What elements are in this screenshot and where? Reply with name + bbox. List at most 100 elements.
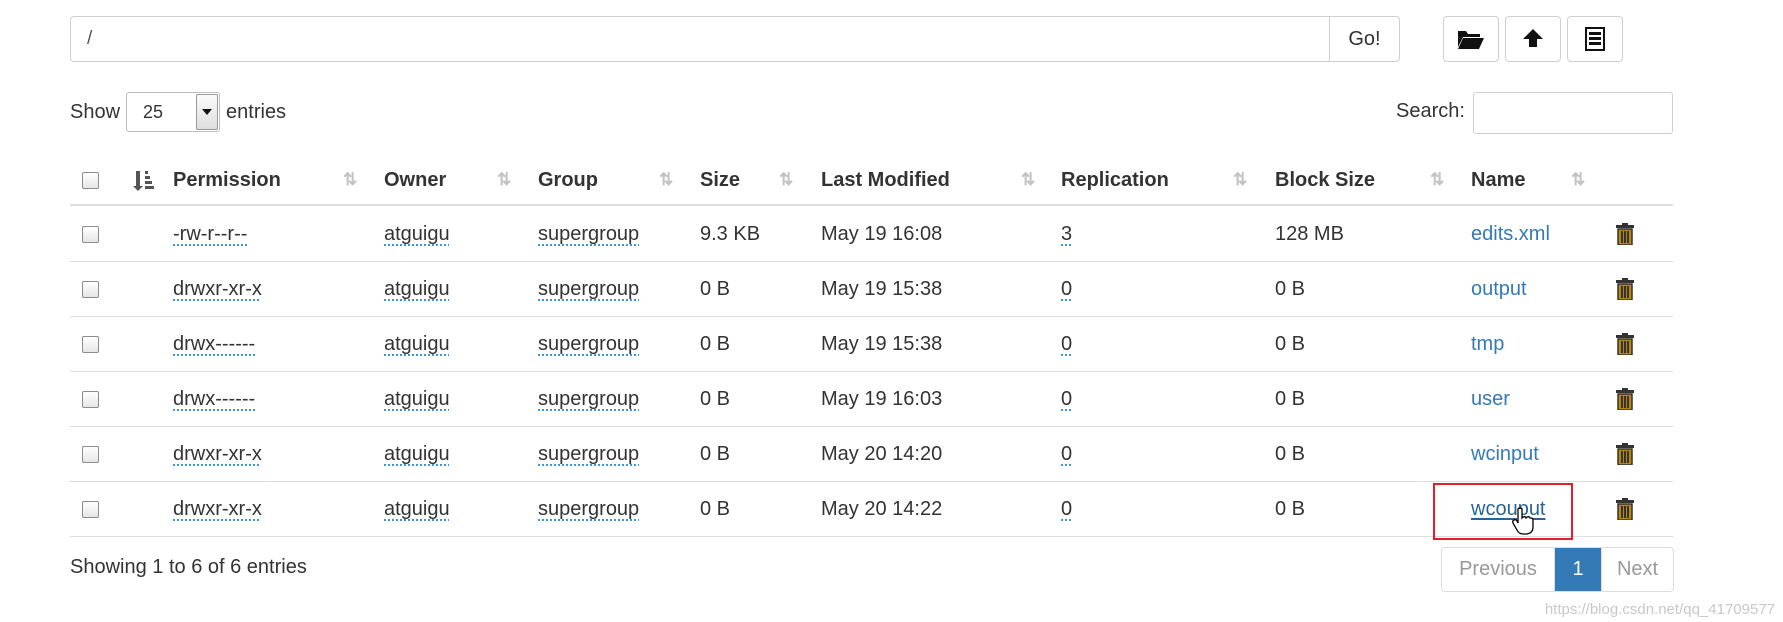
sort-icon[interactable]: ⇅ xyxy=(1021,156,1035,204)
page-1-button[interactable]: 1 xyxy=(1555,548,1601,591)
sort-icon[interactable]: ⇅ xyxy=(497,156,511,204)
permission-cell[interactable]: drwx------ xyxy=(173,388,255,411)
sort-icon[interactable]: ⇅ xyxy=(1430,156,1444,204)
group-cell[interactable]: supergroup xyxy=(538,333,639,356)
group-cell[interactable]: supergroup xyxy=(538,388,639,411)
block-size-cell: 128 MB xyxy=(1275,222,1344,245)
col-last-modified[interactable]: Last Modified xyxy=(821,156,950,204)
next-page-button[interactable]: Next xyxy=(1601,548,1673,591)
highlight-box xyxy=(1433,483,1573,540)
trash-icon[interactable] xyxy=(1616,278,1634,300)
sort-icon[interactable]: ⇅ xyxy=(1233,156,1247,204)
last-modified-cell: May 19 15:38 xyxy=(821,332,943,355)
previous-page-button[interactable]: Previous xyxy=(1442,548,1555,591)
col-owner[interactable]: Owner xyxy=(384,156,446,204)
row-checkbox[interactable] xyxy=(82,390,99,408)
row-checkbox[interactable] xyxy=(82,335,99,353)
folder-open-icon xyxy=(1458,31,1484,49)
chevron-down-icon xyxy=(196,94,219,130)
block-size-cell: 0 B xyxy=(1275,387,1306,410)
size-cell: 0 B xyxy=(700,277,731,300)
group-cell[interactable]: supergroup xyxy=(538,443,639,466)
replication-cell[interactable]: 0 xyxy=(1061,333,1072,356)
show-label: Show xyxy=(70,100,121,123)
owner-cell[interactable]: atguigu xyxy=(384,498,450,521)
row-checkbox[interactable] xyxy=(82,280,99,298)
trash-icon[interactable] xyxy=(1616,443,1634,465)
group-cell[interactable]: supergroup xyxy=(538,223,639,246)
owner-cell[interactable]: atguigu xyxy=(384,333,450,356)
replication-cell[interactable]: 0 xyxy=(1061,498,1072,521)
permission-cell[interactable]: drwxr-xr-x xyxy=(173,498,262,521)
last-modified-cell: May 20 14:20 xyxy=(821,442,943,465)
group-cell[interactable]: supergroup xyxy=(538,278,639,301)
replication-cell[interactable]: 0 xyxy=(1061,443,1072,466)
size-cell: 0 B xyxy=(700,332,731,355)
sort-icon[interactable]: ⇅ xyxy=(779,156,793,204)
block-size-cell: 0 B xyxy=(1275,442,1306,465)
block-size-cell: 0 B xyxy=(1275,332,1306,355)
search-input[interactable] xyxy=(1473,92,1673,134)
select-all-cell xyxy=(82,156,99,204)
col-group[interactable]: Group xyxy=(538,156,598,204)
upload-button[interactable] xyxy=(1505,16,1561,62)
permission-cell[interactable]: -rw-r--r-- xyxy=(173,223,247,246)
owner-cell[interactable]: atguigu xyxy=(384,388,450,411)
trash-icon[interactable] xyxy=(1616,498,1634,520)
cut-paste-button[interactable] xyxy=(1567,16,1623,62)
owner-cell[interactable]: atguigu xyxy=(384,443,450,466)
owner-cell[interactable]: atguigu xyxy=(384,223,450,246)
size-cell: 0 B xyxy=(700,497,731,520)
col-permission[interactable]: Permission xyxy=(173,156,281,204)
file-name-link[interactable]: output xyxy=(1471,278,1527,301)
file-name-link[interactable]: wcinput xyxy=(1471,443,1539,466)
pagination: Previous 1 Next xyxy=(1441,547,1674,592)
file-name-link[interactable]: tmp xyxy=(1471,333,1504,356)
permission-cell[interactable]: drwxr-xr-x xyxy=(173,278,262,301)
file-name-link[interactable]: edits.xml xyxy=(1471,223,1550,246)
row-checkbox[interactable] xyxy=(82,500,99,518)
owner-cell[interactable]: atguigu xyxy=(384,278,450,301)
trash-icon[interactable] xyxy=(1616,333,1634,355)
table-row: -rw-r--r-- atguigu supergroup 9.3 KB May… xyxy=(70,207,1673,262)
create-directory-button[interactable] xyxy=(1443,16,1499,62)
last-modified-cell: May 19 16:08 xyxy=(821,222,943,245)
replication-cell[interactable]: 0 xyxy=(1061,278,1072,301)
last-modified-cell: May 20 14:22 xyxy=(821,497,943,520)
file-name-link[interactable]: user xyxy=(1471,388,1510,411)
size-cell: 0 B xyxy=(700,387,731,410)
row-checkbox[interactable] xyxy=(82,445,99,463)
list-icon xyxy=(1585,27,1605,51)
select-all-checkbox[interactable] xyxy=(82,171,99,189)
watermark: https://blog.csdn.net/qq_41709577 xyxy=(1544,601,1775,618)
path-bar: Go! xyxy=(70,16,1400,62)
table-info: Showing 1 to 6 of 6 entries xyxy=(70,556,307,578)
sort-icon[interactable]: ⇅ xyxy=(1571,156,1585,204)
last-modified-cell: May 19 15:38 xyxy=(821,277,943,300)
row-checkbox[interactable] xyxy=(82,225,99,243)
path-input[interactable] xyxy=(71,17,1329,61)
replication-cell[interactable]: 3 xyxy=(1061,223,1072,246)
upload-icon xyxy=(1523,29,1543,50)
replication-cell[interactable]: 0 xyxy=(1061,388,1072,411)
table-row: drwx------ atguigu supergroup 0 B May 19… xyxy=(70,317,1673,372)
search-label: Search: xyxy=(1396,100,1465,122)
table-row: drwxr-xr-x atguigu supergroup 0 B May 19… xyxy=(70,262,1673,317)
sort-ascending-icon[interactable] xyxy=(132,156,154,204)
go-button[interactable]: Go! xyxy=(1329,17,1399,61)
entries-select[interactable]: 25 xyxy=(126,92,221,132)
sort-icon[interactable]: ⇅ xyxy=(343,156,357,204)
trash-icon[interactable] xyxy=(1616,223,1634,245)
col-size[interactable]: Size xyxy=(700,156,740,204)
permission-cell[interactable]: drwxr-xr-x xyxy=(173,443,262,466)
entries-select-value: 25 xyxy=(143,101,164,122)
col-name[interactable]: Name xyxy=(1471,156,1525,204)
permission-cell[interactable]: drwx------ xyxy=(173,333,255,356)
trash-icon[interactable] xyxy=(1616,388,1634,410)
sort-icon[interactable]: ⇅ xyxy=(659,156,673,204)
group-cell[interactable]: supergroup xyxy=(538,498,639,521)
table-header: Permission ⇅ Owner ⇅ Group ⇅ Size ⇅ Last… xyxy=(70,156,1673,206)
col-block-size[interactable]: Block Size xyxy=(1275,156,1375,204)
block-size-cell: 0 B xyxy=(1275,277,1306,300)
col-replication[interactable]: Replication xyxy=(1061,156,1169,204)
